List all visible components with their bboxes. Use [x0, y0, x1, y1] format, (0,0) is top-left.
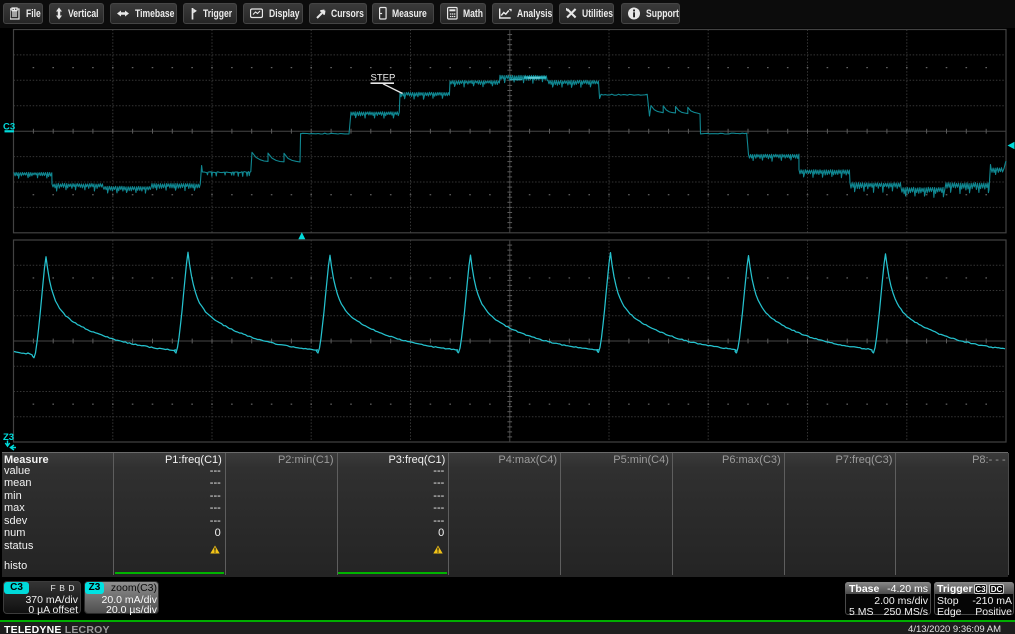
svg-text:Z3: Z3 [3, 432, 14, 443]
svg-text:STEP: STEP [371, 73, 396, 84]
